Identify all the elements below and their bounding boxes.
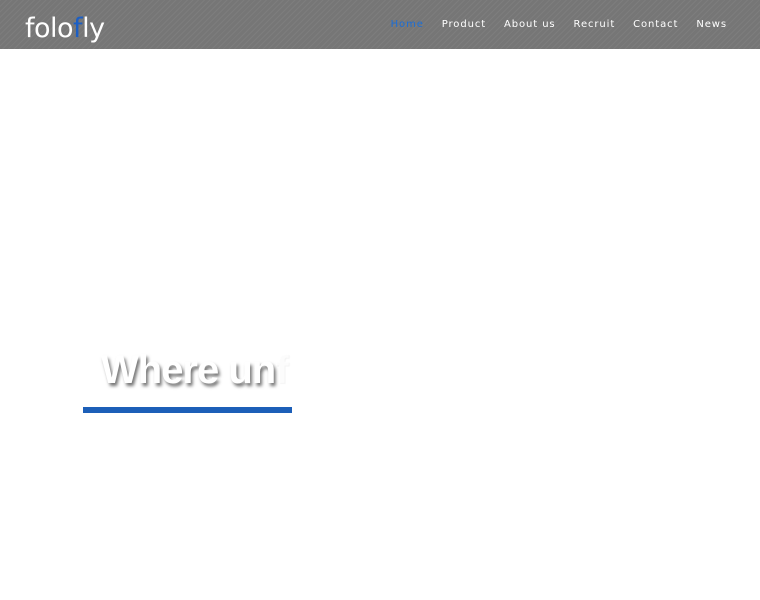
hero-heading-fading-char: f bbox=[275, 348, 288, 392]
hero-heading-text: Where un bbox=[101, 348, 276, 392]
logo-text-accent: f bbox=[73, 13, 83, 44]
main-nav: Home Product About us Recruit Contact Ne… bbox=[391, 0, 727, 49]
nav-item-product[interactable]: Product bbox=[442, 19, 486, 30]
nav-item-about-us[interactable]: About us bbox=[504, 19, 556, 30]
nav-item-news[interactable]: News bbox=[696, 19, 727, 30]
hero-underline-bar bbox=[83, 407, 292, 413]
page: folo f ly Home Product About us Recruit Co… bbox=[0, 0, 760, 600]
nav-item-recruit[interactable]: Recruit bbox=[574, 19, 616, 30]
hero-heading: Where unf bbox=[101, 348, 289, 393]
top-navbar: folo f ly Home Product About us Recruit Co… bbox=[0, 0, 760, 49]
nav-item-home[interactable]: Home bbox=[391, 19, 424, 30]
logo-text-end: ly bbox=[82, 13, 105, 44]
logo[interactable]: folo f ly bbox=[25, 6, 105, 42]
nav-item-contact[interactable]: Contact bbox=[633, 19, 678, 30]
logo-text-start: folo bbox=[25, 13, 74, 44]
